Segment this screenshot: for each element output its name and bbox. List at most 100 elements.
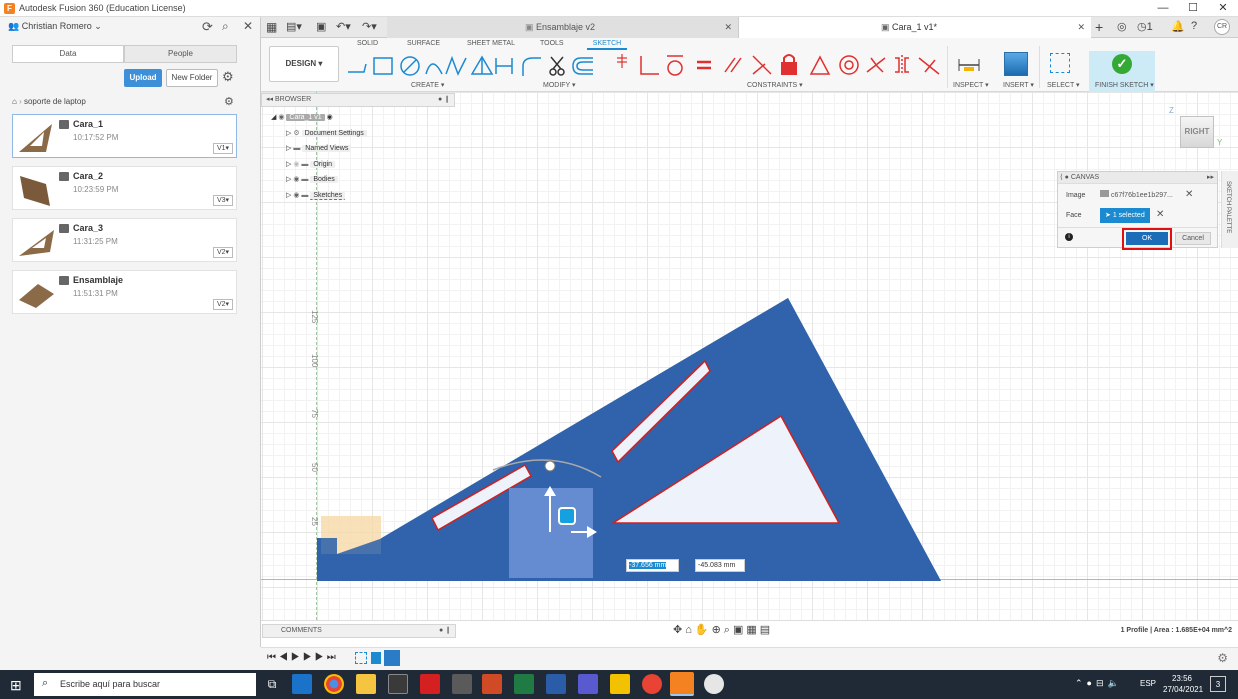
lock-icon[interactable]	[781, 54, 797, 75]
finish-sketch-button[interactable]: ✓ FINISH SKETCH ▾	[1089, 51, 1155, 92]
browser-item-origin[interactable]: ▷ ◉ ▬ Origin	[286, 158, 336, 171]
close-tab-icon[interactable]: ✕	[724, 17, 732, 38]
undo-icon[interactable]: ↶▾	[336, 20, 351, 33]
fit-icon[interactable]: ⌕	[724, 624, 733, 636]
apps-grid-icon[interactable]: ▦	[266, 20, 277, 34]
concentric-icon[interactable]	[839, 55, 859, 75]
modify-menu[interactable]: MODIFY ▾	[543, 81, 576, 89]
help-icon[interactable]: ?	[1191, 20, 1197, 32]
clock[interactable]: 23:56 27/04/2021	[1163, 673, 1203, 695]
curvature-icon[interactable]	[918, 57, 940, 75]
app-icon[interactable]	[704, 674, 724, 694]
rotate-handle[interactable]	[544, 460, 556, 472]
browser-item-document-settings[interactable]: ▷ ⚙ Document Settings	[286, 127, 367, 140]
collapse-icon[interactable]: ◂◂	[262, 96, 273, 103]
browser-root[interactable]: ◢ ◉ Cara_1 v1 ◉	[271, 111, 333, 124]
trim-icon[interactable]	[549, 56, 565, 76]
tab-ensamblaje-v2[interactable]: ▣ Ensamblaje v2 ✕	[387, 17, 739, 38]
y-offset-input[interactable]: -45.083 mm	[695, 559, 745, 572]
zoom-icon[interactable]: ⊕	[712, 624, 724, 636]
sketch-palette-tab[interactable]: SKETCH PALETTE	[1221, 171, 1238, 248]
orbit-icon[interactable]: ✥	[673, 624, 685, 636]
redo-icon[interactable]: ↷▾	[362, 20, 377, 33]
fusion-360-taskbar-icon[interactable]	[670, 672, 694, 696]
ok-button[interactable]: OK	[1126, 232, 1168, 245]
triangle-icon[interactable]	[809, 55, 831, 75]
play-icon[interactable]: ▶	[291, 652, 303, 663]
new-folder-button[interactable]: New Folder	[166, 69, 218, 87]
face-selector[interactable]: ➤ 1 selected	[1100, 208, 1150, 223]
store-icon[interactable]	[388, 674, 408, 694]
upload-button[interactable]: Upload	[124, 69, 162, 87]
task-view-icon[interactable]: ⧉	[262, 674, 282, 694]
next-step-icon[interactable]: ▶▶	[303, 652, 327, 663]
teams-icon[interactable]	[578, 674, 598, 694]
file-menu-icon[interactable]: ▤▾	[286, 20, 302, 33]
tab-sheet-metal[interactable]: SHEET METAL	[467, 40, 515, 47]
minimize-button[interactable]: —	[1148, 0, 1178, 17]
browser-options-icon[interactable]: ● ❙	[438, 94, 450, 106]
comments-options-icon[interactable]: ● ❙	[439, 625, 451, 637]
expand-panel-icon[interactable]: ▸▸	[1207, 172, 1214, 184]
tangent-icon[interactable]	[667, 55, 683, 76]
excel-icon[interactable]	[514, 674, 534, 694]
viewports-icon[interactable]: ▤	[760, 624, 773, 636]
avatar[interactable]: CR	[1214, 19, 1230, 35]
activate-icon[interactable]: ◉	[327, 114, 333, 121]
tab-data[interactable]: Data	[12, 45, 124, 63]
more-icon[interactable]: ⋮	[680, 559, 692, 572]
tab-sketch[interactable]: SKETCH	[587, 38, 627, 50]
sketch-feature-icon[interactable]	[355, 652, 367, 664]
display-settings-icon[interactable]: ▣	[733, 624, 746, 636]
comments-panel[interactable]: COMMENTS ● ❙	[262, 624, 456, 638]
tab-tools[interactable]: TOOLS	[540, 40, 564, 47]
clear-image-icon[interactable]: ✕	[1185, 189, 1193, 200]
x-offset-input[interactable]: -37.656 mm	[626, 559, 679, 572]
insert-image-icon[interactable]	[1004, 52, 1028, 76]
file-card-cara-3[interactable]: Cara_3 11:31:25 PM V2▾	[12, 218, 237, 262]
arc-icon[interactable]	[425, 63, 443, 75]
refresh-icon[interactable]: ⟳	[202, 19, 213, 35]
close-panel-icon[interactable]: ✕	[243, 19, 253, 33]
expand-icon[interactable]: ▷	[286, 176, 291, 183]
share-settings-icon[interactable]: ⚙	[224, 95, 234, 108]
browser-item-sketches[interactable]: ▷ ◉ ▬ Sketches	[286, 189, 346, 202]
offset-icon[interactable]	[572, 57, 593, 75]
pan-icon[interactable]: ✋	[695, 624, 712, 636]
home-icon[interactable]: ⌂	[12, 97, 17, 106]
perpendicular-icon[interactable]	[640, 56, 659, 75]
version-dropdown[interactable]: V2▾	[213, 299, 233, 310]
version-dropdown[interactable]: V1▾	[213, 143, 233, 154]
inspect-menu[interactable]: INSPECT ▾	[953, 81, 989, 89]
collinear-icon[interactable]	[752, 55, 772, 75]
edge-icon[interactable]	[292, 674, 312, 694]
expand-icon[interactable]: ▷	[286, 161, 291, 168]
insert-menu[interactable]: INSERT ▾	[1003, 81, 1034, 89]
midpoint-icon[interactable]	[866, 57, 886, 73]
constraints-menu[interactable]: CONSTRAINTS ▾	[747, 81, 803, 89]
word-icon[interactable]	[546, 674, 566, 694]
close-tab-icon[interactable]: ✕	[1077, 17, 1085, 38]
chrome-icon[interactable]	[324, 674, 344, 694]
expand-icon[interactable]: ▷	[286, 145, 291, 152]
timeline-settings-icon[interactable]: ⚙	[1217, 651, 1228, 665]
version-dropdown[interactable]: V3▾	[213, 195, 233, 206]
notifications-icon[interactable]: 🔔	[1171, 20, 1185, 33]
viewcube[interactable]: RIGHT	[1180, 116, 1214, 148]
gear-icon[interactable]: ⚙	[222, 69, 234, 85]
spline-icon[interactable]	[445, 55, 467, 76]
line-icon[interactable]	[348, 63, 367, 73]
select-menu[interactable]: SELECT ▾	[1047, 81, 1080, 89]
expand-icon[interactable]: ▷	[286, 192, 291, 199]
grid-settings-icon[interactable]: ▦	[746, 624, 759, 636]
image-selector[interactable]: c67f76b1ee1b297...	[1100, 190, 1180, 202]
job-status-icon[interactable]: ◷1	[1137, 20, 1153, 33]
equal-icon[interactable]	[697, 60, 711, 70]
file-card-ensamblaje[interactable]: Ensamblaje 11:51:31 PM V2▾	[12, 270, 237, 314]
parallel-icon[interactable]	[724, 57, 742, 73]
timeline-marker[interactable]	[384, 650, 400, 666]
measure-icon[interactable]	[958, 56, 980, 74]
center-handle[interactable]	[558, 507, 576, 525]
volume-icon[interactable]: 🔈	[1108, 678, 1123, 688]
look-at-icon[interactable]: ⌂	[685, 624, 695, 636]
